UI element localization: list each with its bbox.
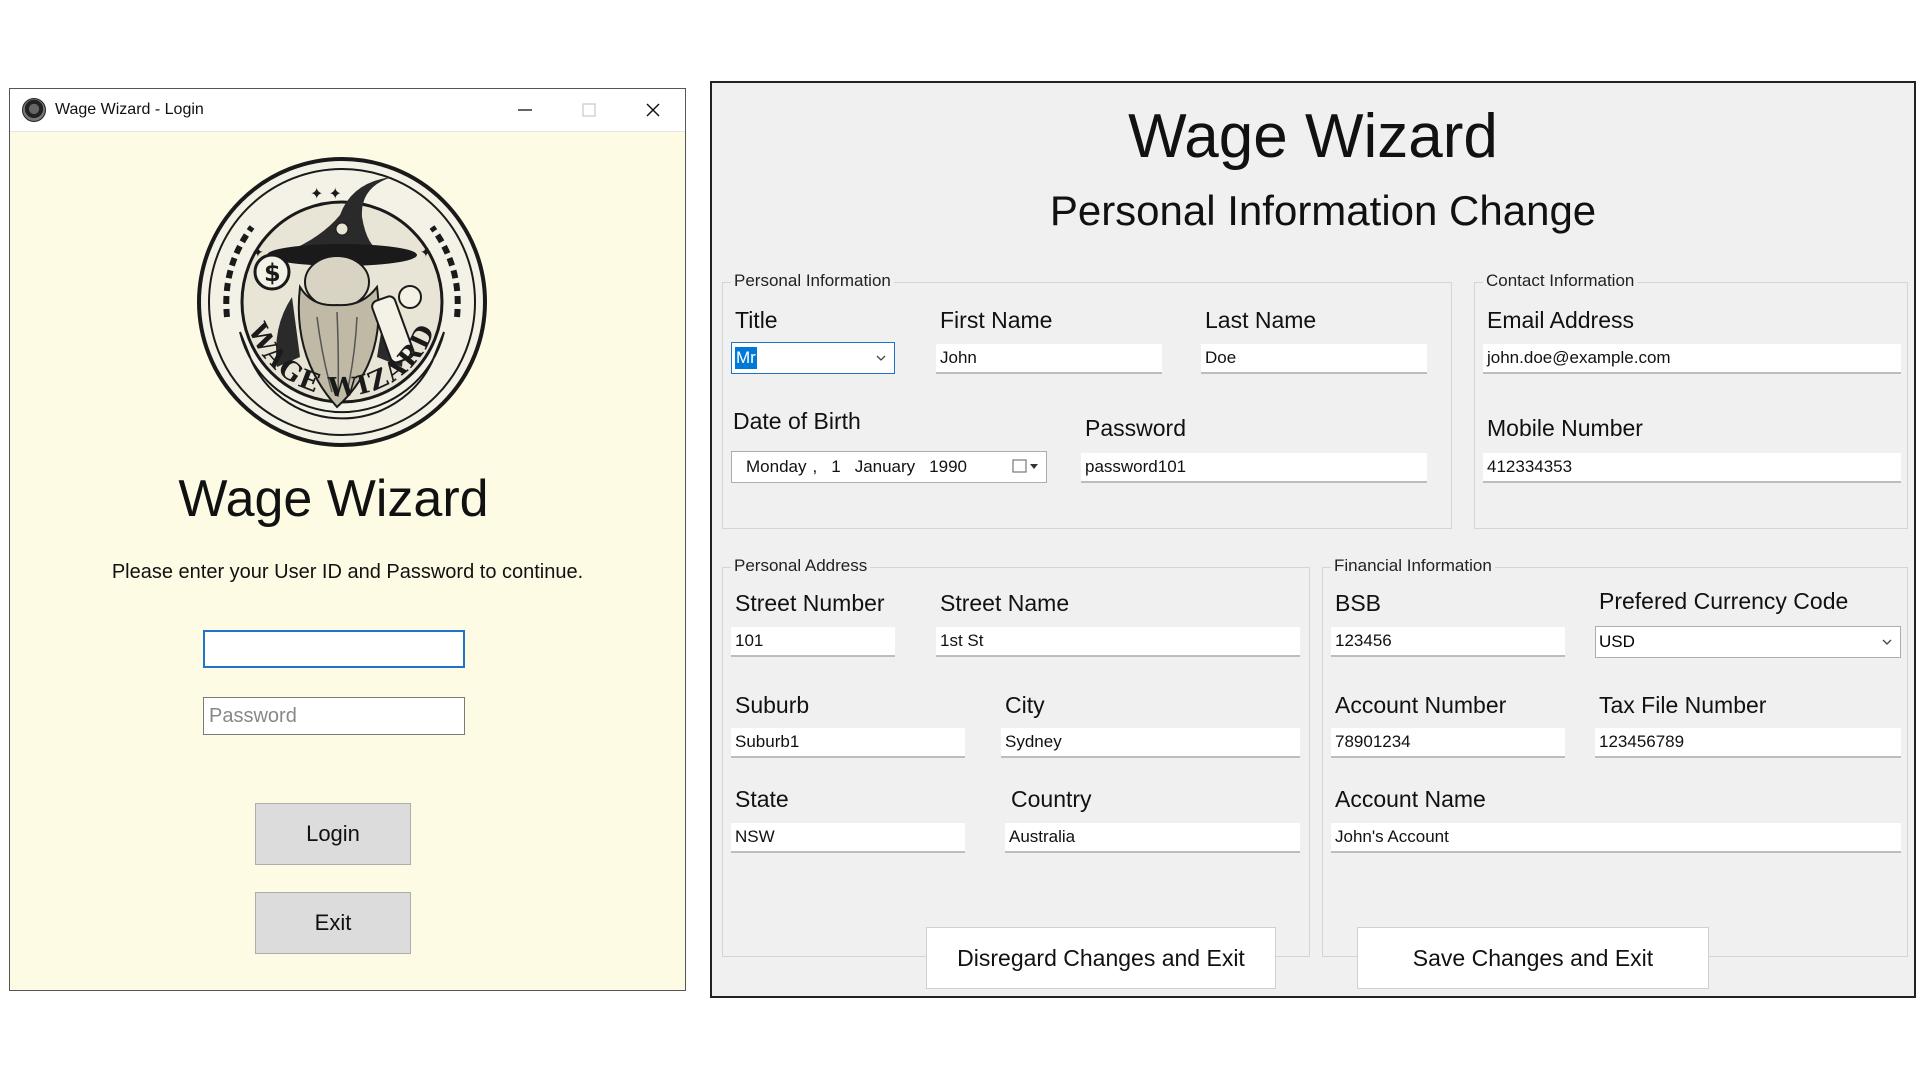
state-input[interactable]: NSW	[731, 823, 965, 853]
dob-day: 1	[831, 457, 841, 476]
street-name-input[interactable]: 1st St	[936, 627, 1300, 657]
wizard-app-icon	[22, 98, 46, 122]
minimize-button[interactable]	[493, 89, 557, 131]
personal-info-change-window: Wage Wizard Personal Information Change …	[710, 81, 1916, 998]
login-instructions: Please enter your User ID and Password t…	[111, 561, 584, 583]
street-name-label: Street Name	[940, 590, 1070, 616]
suburb-input[interactable]: Suburb1	[731, 728, 965, 758]
account-number-input[interactable]: 78901234	[1331, 728, 1565, 758]
password-input[interactable]	[203, 697, 465, 735]
bsb-label: BSB	[1335, 590, 1382, 616]
login-button[interactable]: Login	[255, 803, 411, 865]
svg-text:✦ ✦: ✦ ✦	[310, 184, 342, 203]
chevron-down-icon	[1030, 464, 1038, 469]
exit-button[interactable]: Exit	[255, 892, 411, 954]
account-number-label: Account Number	[1335, 692, 1507, 718]
title-combo[interactable]: Mr	[731, 342, 895, 374]
personal-address-legend: Personal Address	[731, 556, 871, 576]
bsb-input[interactable]: 123456	[1331, 627, 1565, 657]
tax-file-number-label: Tax File Number	[1599, 692, 1767, 718]
change-app-title: Wage Wizard	[1128, 102, 1498, 171]
last-name-input[interactable]: Doe	[1201, 344, 1427, 374]
wage-wizard-logo: ✦ ✦ ✦ ✦ $ WAGE WIZARD	[197, 157, 487, 447]
date-of-birth-label: Date of Birth	[733, 408, 861, 434]
email-address-input[interactable]: john.doe@example.com	[1483, 344, 1901, 374]
first-name-label: First Name	[940, 307, 1053, 333]
calendar-icon	[1012, 459, 1027, 473]
login-window-title: Wage Wizard - Login	[55, 101, 204, 118]
mobile-number-input[interactable]: 412334353	[1483, 453, 1901, 483]
last-name-label: Last Name	[1205, 307, 1317, 333]
suburb-label: Suburb	[735, 692, 810, 718]
minimize-icon	[518, 109, 532, 111]
password-field[interactable]: password101	[1081, 453, 1427, 483]
title-value: Mr	[735, 347, 757, 369]
contact-information-group: Contact Information Email Address john.d…	[1474, 271, 1908, 529]
account-name-label: Account Name	[1335, 786, 1486, 812]
save-changes-button[interactable]: Save Changes and Exit	[1357, 927, 1709, 989]
personal-information-group: Personal Information Title Mr First Name…	[722, 271, 1452, 529]
financial-information-legend: Financial Information	[1331, 556, 1495, 576]
calendar-dropdown-button[interactable]	[1012, 458, 1040, 474]
chevron-down-icon	[876, 355, 886, 361]
city-label: City	[1005, 692, 1045, 718]
change-subtitle: Personal Information Change	[1049, 187, 1597, 234]
first-name-input[interactable]: John	[936, 344, 1162, 374]
state-label: State	[735, 786, 789, 812]
street-number-label: Street Number	[735, 590, 885, 616]
maximize-icon	[582, 103, 596, 117]
close-icon	[646, 103, 660, 117]
svg-text:$: $	[264, 259, 281, 287]
contact-information-legend: Contact Information	[1483, 271, 1638, 291]
login-app-title: Wage Wizard	[178, 470, 489, 528]
dob-weekday: Monday	[746, 457, 807, 476]
window-controls	[493, 89, 685, 131]
dob-year: 1990	[929, 457, 967, 476]
personal-information-legend: Personal Information	[731, 271, 894, 291]
street-number-input[interactable]: 101	[731, 627, 895, 657]
password-label: Password	[1085, 415, 1186, 441]
email-address-label: Email Address	[1487, 307, 1635, 333]
tax-file-number-input[interactable]: 123456789	[1595, 728, 1901, 758]
chevron-down-icon	[1882, 639, 1892, 645]
title-label: Title	[735, 307, 778, 333]
personal-address-group: Personal Address Street Number 101 Stree…	[722, 556, 1310, 957]
city-input[interactable]: Sydney	[1001, 728, 1300, 758]
currency-code-value: USD	[1599, 632, 1635, 651]
user-id-input[interactable]	[203, 630, 465, 668]
svg-text:✦: ✦	[420, 245, 432, 261]
financial-information-group: Financial Information BSB 123456 Prefere…	[1322, 556, 1908, 957]
dob-month: January	[854, 457, 916, 476]
close-button[interactable]	[621, 89, 685, 131]
login-titlebar[interactable]: Wage Wizard - Login	[10, 89, 685, 132]
maximize-button	[557, 89, 621, 131]
login-window: Wage Wizard - Login ✦ ✦ ✦ ✦ $ WAGE WIZAR…	[9, 88, 686, 991]
account-name-input[interactable]: John's Account	[1331, 823, 1901, 853]
date-of-birth-picker[interactable]: Monday , 1 January 1990	[731, 451, 1047, 483]
currency-code-combo[interactable]: USD	[1595, 626, 1901, 658]
disregard-changes-button[interactable]: Disregard Changes and Exit	[926, 927, 1276, 989]
mobile-number-label: Mobile Number	[1487, 415, 1643, 441]
currency-code-label: Prefered Currency Code	[1599, 588, 1849, 614]
country-input[interactable]: Australia	[1005, 823, 1300, 853]
country-label: Country	[1011, 786, 1092, 812]
